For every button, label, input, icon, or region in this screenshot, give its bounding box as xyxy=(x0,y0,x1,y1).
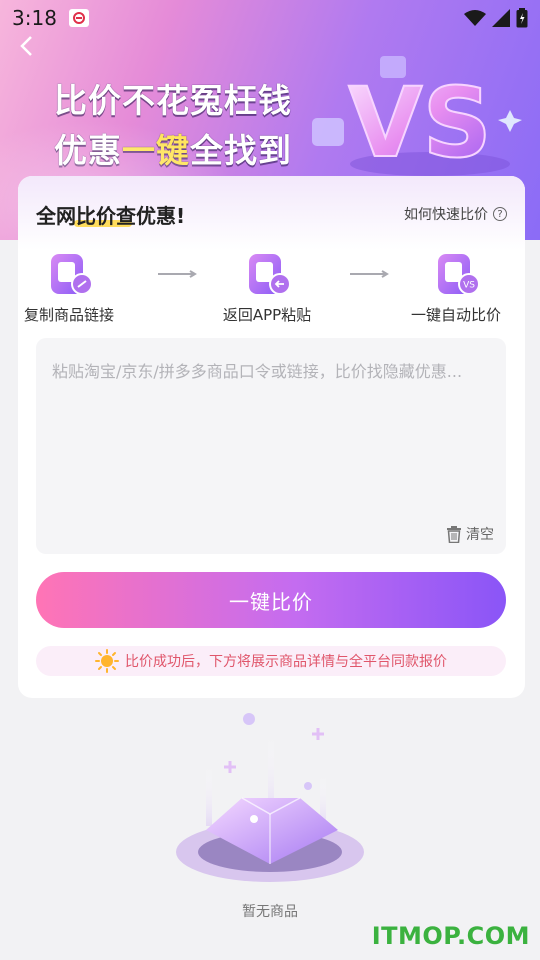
tip-banner: 比价成功后，下方将展示商品详情与全平台同款报价 xyxy=(36,646,506,676)
vs-illustration: VS xyxy=(312,56,522,180)
svg-text:VS: VS xyxy=(463,281,475,291)
hero-headline-1: 比价不花冤枉钱 xyxy=(54,81,292,120)
battery-icon xyxy=(516,8,528,28)
status-time: 3:18 xyxy=(12,6,57,30)
step-label: 返回APP粘贴 xyxy=(222,306,312,324)
compare-card: 全网比价查优惠! 如何快速比价 ? 复制商品链接 返回APP粘贴 VS 一键自动… xyxy=(18,176,525,698)
arrow-right-icon xyxy=(350,270,389,278)
phone-return-icon xyxy=(241,252,293,298)
chevron-left-icon xyxy=(20,36,32,56)
step-label: 一键自动比价 xyxy=(410,306,501,324)
step-copy-link: 复制商品链接 xyxy=(18,252,124,325)
hero-headline-2-prefix: 优惠 xyxy=(54,131,122,170)
hero-headline-2-highlight: 一键 xyxy=(122,131,190,170)
hero-headline-2: 优惠一键全找到 xyxy=(54,124,292,172)
tip-text: 比价成功后，下方将展示商品详情与全平台同款报价 xyxy=(125,654,447,670)
back-button[interactable] xyxy=(14,32,38,60)
hero-headline-2-suffix: 全找到 xyxy=(190,131,292,170)
help-icon: ? xyxy=(493,207,507,221)
paste-box: 清空 xyxy=(36,338,506,554)
help-link-label: 如何快速比价 xyxy=(404,207,488,223)
arrow-right-icon xyxy=(158,270,197,278)
wifi-icon xyxy=(464,10,486,26)
help-link[interactable]: 如何快速比价 ? xyxy=(404,204,507,224)
card-title: 全网比价查优惠! xyxy=(36,204,186,228)
app-notification-icon xyxy=(68,9,89,27)
clear-label: 清空 xyxy=(466,527,494,543)
step-paste-in-app: 返回APP粘贴 xyxy=(212,252,322,325)
trash-icon xyxy=(447,525,461,543)
empty-box-illustration xyxy=(176,713,364,882)
watermark: ITMOP.COM xyxy=(371,922,530,950)
sun-icon xyxy=(95,649,119,673)
svg-text:VS: VS xyxy=(348,67,491,179)
empty-state-text: 暂无商品 xyxy=(242,904,298,920)
status-bar: 3:18 xyxy=(0,0,540,36)
step-auto-compare: VS 一键自动比价 xyxy=(401,252,511,325)
compare-button[interactable]: 一键比价 xyxy=(36,572,506,628)
phone-vs-icon: VS xyxy=(430,252,482,298)
step-label: 复制商品链接 xyxy=(23,306,114,324)
clear-button[interactable]: 清空 xyxy=(446,524,494,544)
signal-icon xyxy=(492,9,510,27)
phone-link-icon xyxy=(43,252,95,298)
paste-input[interactable] xyxy=(36,338,506,554)
